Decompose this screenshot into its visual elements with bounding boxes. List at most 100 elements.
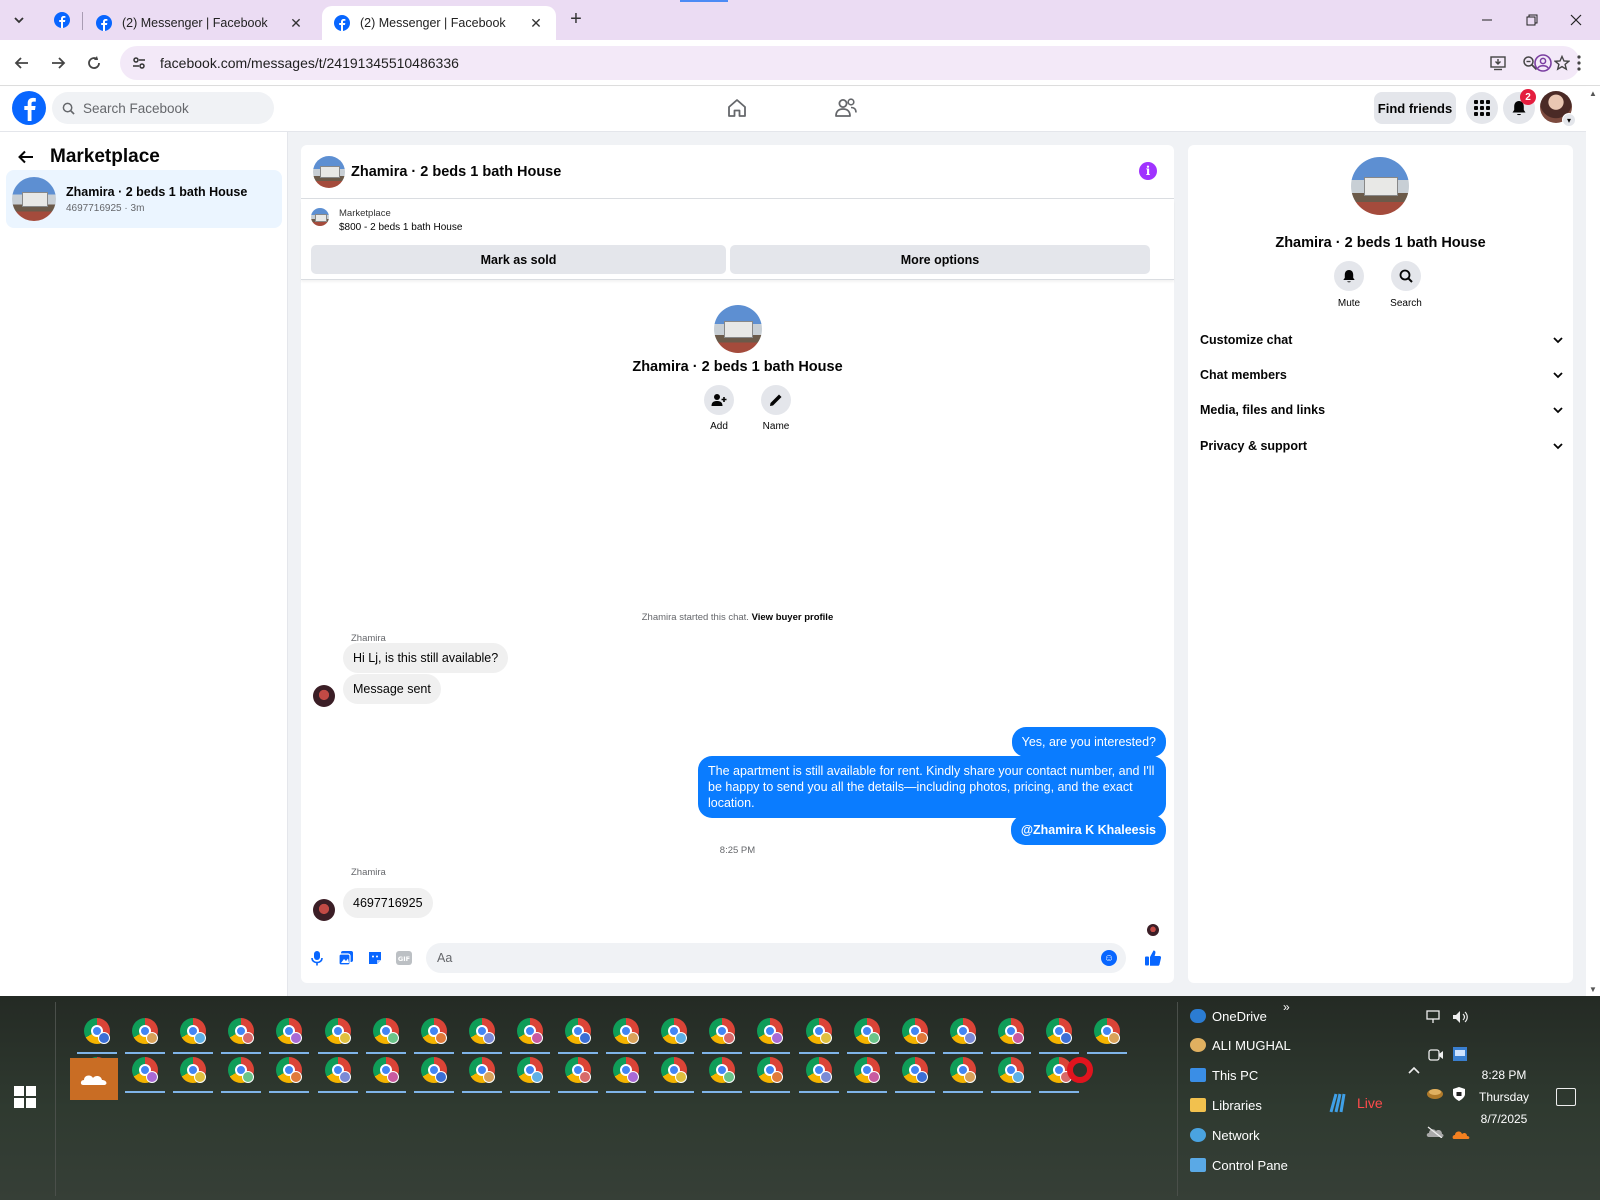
live-widget[interactable]: Live [1327,1092,1383,1114]
customize-chat-section[interactable]: Customize chat [1200,325,1564,355]
chrome-profile-icon[interactable] [997,1018,1024,1044]
cloudflare-app[interactable] [70,1058,118,1100]
conversation-item[interactable]: Zhamira · 2 beds 1 bath House 4697716925… [6,170,282,228]
facebook-logo[interactable] [12,91,46,125]
pinned-tab-facebook[interactable] [44,6,80,34]
sticker-icon[interactable] [362,945,388,971]
listing-price[interactable]: $800 - 2 beds 1 bath House [339,222,462,233]
minimize-button[interactable] [1467,6,1507,34]
chevron-double-right-icon[interactable]: » [1283,1000,1290,1014]
add-people-button[interactable]: Add [694,385,744,432]
info-icon[interactable]: i [1139,162,1157,180]
back-button[interactable] [8,49,36,77]
install-app-icon[interactable] [1484,49,1512,77]
chrome-profile-icon[interactable] [565,1018,591,1044]
profile-button[interactable] [1529,49,1557,77]
forward-button[interactable] [44,49,72,77]
cloudflare-tray-icon[interactable] [1452,1128,1470,1143]
tab-messenger-2[interactable]: (2) Messenger | Facebook ✕ [322,6,556,40]
gif-icon[interactable]: GIF [391,945,417,971]
chevron-up-icon[interactable] [1407,1063,1421,1078]
home-nav[interactable] [717,93,757,123]
browser-menu-button[interactable] [1565,49,1593,77]
toolbar-network[interactable]: Network [1190,1124,1260,1146]
chrome-profile-icon[interactable] [613,1057,640,1083]
sender-avatar[interactable] [313,685,335,707]
name-chat-button[interactable]: Name [751,385,801,432]
chrome-profile-icon[interactable] [853,1057,880,1083]
chrome-profile-icon[interactable] [468,1018,495,1044]
chrome-profile-icon[interactable] [1046,1018,1072,1044]
system-clock[interactable]: 8:28 PM Thursday 8/7/2025 [1464,1064,1544,1130]
close-window-button[interactable] [1556,6,1596,34]
mute-button[interactable]: Mute [1319,261,1379,309]
chrome-profile-icon[interactable] [516,1018,543,1044]
outgoing-message[interactable]: The apartment is still available for ren… [698,756,1166,818]
chevron-down-icon[interactable]: ▾ [1562,113,1576,127]
incoming-message[interactable]: Message sent [343,674,441,704]
chrome-profile-icon[interactable] [997,1057,1024,1083]
chrome-profile-icon[interactable] [324,1018,351,1044]
chrome-profile-icon[interactable] [324,1057,351,1083]
chrome-profile-icon[interactable] [84,1018,110,1044]
chrome-profile-icon[interactable] [805,1018,832,1044]
reload-button[interactable] [80,49,108,77]
chrome-profile-icon[interactable] [661,1018,688,1044]
tab-search-icon[interactable] [6,8,32,32]
chrome-profile-icon[interactable] [853,1018,880,1044]
chrome-profile-icon[interactable] [372,1057,399,1083]
notification-center-icon[interactable] [1556,1088,1576,1106]
toolbar-user[interactable]: ALI MUGHAL [1190,1034,1291,1056]
page-scrollbar[interactable]: ▲ ▼ [1586,87,1600,996]
chrome-profile-icon[interactable] [661,1057,688,1083]
chrome-profile-icon[interactable] [949,1018,976,1044]
search-input[interactable] [83,100,253,116]
chrome-profile-icon[interactable] [757,1018,784,1044]
coffee-tray-icon[interactable] [1426,1086,1444,1103]
chrome-profile-icon[interactable] [565,1057,591,1083]
incoming-message[interactable]: 4697716925 [343,888,433,918]
chrome-profile-icon[interactable] [180,1057,207,1083]
microphone-icon[interactable] [304,945,330,971]
more-options-button[interactable]: More options [730,245,1150,274]
app-tray-icon[interactable] [1452,1046,1468,1065]
start-button[interactable] [14,1086,36,1108]
incoming-message[interactable]: Hi Lj, is this still available? [343,643,509,673]
emoji-icon[interactable]: ☺ [1101,950,1117,966]
toolbar-onedrive[interactable]: OneDrive [1190,1005,1267,1027]
chrome-profile-icon[interactable] [757,1057,784,1083]
chrome-profile-icon[interactable] [613,1018,640,1044]
chrome-profile-icon[interactable] [901,1018,928,1044]
toolbar-control-panel[interactable]: Control Pane [1190,1154,1288,1176]
chrome-profile-icon[interactable] [420,1057,447,1083]
new-tab-button[interactable]: + [564,8,588,32]
media-files-section[interactable]: Media, files and links [1200,395,1564,425]
menu-button[interactable] [1466,92,1498,124]
chrome-profile-icon[interactable] [709,1057,736,1083]
message-input-box[interactable]: ☺ [426,943,1126,973]
network-tray-icon[interactable] [1426,1010,1444,1027]
chrome-profile-icon[interactable] [420,1018,447,1044]
chrome-profile-icon[interactable] [468,1057,495,1083]
message-input[interactable] [437,951,1101,965]
chat-title[interactable]: Zhamira · 2 beds 1 bath House [351,164,561,180]
privacy-support-section[interactable]: Privacy & support [1200,431,1564,461]
facebook-search[interactable] [52,92,274,124]
cloud-offline-icon[interactable] [1426,1126,1444,1141]
mark-as-sold-button[interactable]: Mark as sold [311,245,726,274]
outgoing-message[interactable]: Yes, are you interested? [1011,727,1166,757]
toolbar-this-pc[interactable]: This PC [1190,1064,1258,1086]
tab-messenger-1[interactable]: (2) Messenger | Facebook ✕ [84,6,316,40]
close-tab-icon[interactable]: ✕ [528,15,544,32]
chrome-profile-icon[interactable] [901,1057,928,1083]
close-tab-icon[interactable]: ✕ [288,15,304,32]
photo-icon[interactable] [333,945,359,971]
chrome-profile-icon[interactable] [228,1057,255,1083]
search-in-chat-button[interactable]: Search [1376,261,1436,309]
chrome-profile-icon[interactable] [372,1018,399,1044]
chrome-profile-icon[interactable] [132,1057,159,1083]
restore-button[interactable] [1512,6,1552,34]
chat-members-section[interactable]: Chat members [1200,360,1564,390]
scroll-down-icon[interactable]: ▼ [1589,985,1597,994]
volume-icon[interactable] [1452,1010,1470,1027]
